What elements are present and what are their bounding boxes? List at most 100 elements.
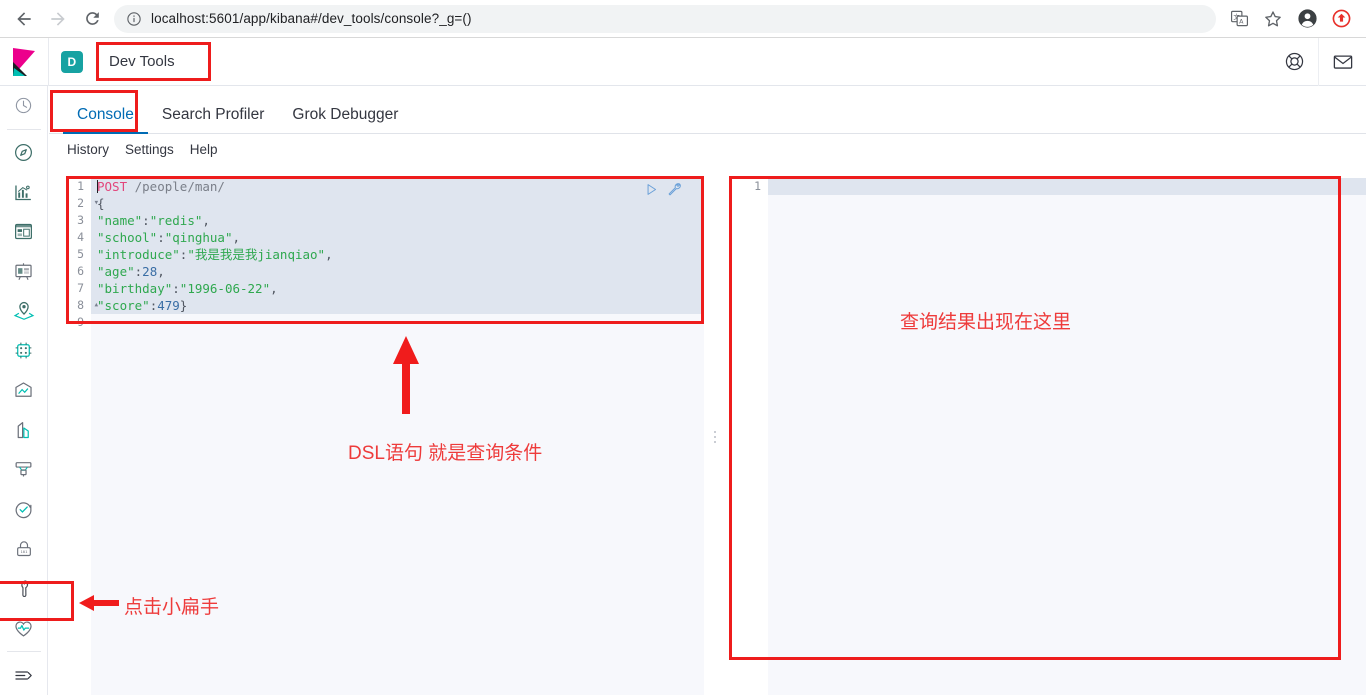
code-line: "introduce":"我是我是我jianqiao", xyxy=(97,247,333,262)
annotation-results-here: 查询结果出现在这里 xyxy=(900,312,1072,333)
browser-toolbar: localhost:5601/app/kibana#/dev_tools/con… xyxy=(0,0,1366,38)
siem-lock-icon: 101 xyxy=(16,541,31,557)
line-number: 4 xyxy=(77,230,84,244)
arrow-right-icon xyxy=(51,11,65,26)
line-number: 5 xyxy=(77,247,84,261)
console-submenu: History Settings Help xyxy=(49,134,1366,164)
translate-icon[interactable]: 文 A xyxy=(1224,4,1254,34)
sidebar-item-canvas[interactable] xyxy=(0,252,48,292)
editor-splitter[interactable] xyxy=(704,178,726,695)
request-gutter: 1 2 ▾ 3 4 5 6 7 8 ▴ 9 xyxy=(49,178,99,695)
browser-actions: 文 A xyxy=(1224,4,1366,34)
recently-viewed-icon xyxy=(15,98,32,114)
sidebar-item-apm[interactable] xyxy=(0,450,48,490)
arrow-left-icon xyxy=(17,11,31,26)
sidebar-nav: 101 xyxy=(0,86,48,695)
mail-envelope-icon[interactable] xyxy=(1318,37,1366,86)
response-editor[interactable]: 1 xyxy=(726,178,1366,695)
sidebar-item-visualize[interactable] xyxy=(0,172,48,212)
response-code[interactable] xyxy=(768,178,1366,695)
code-line: "school":"qinghua", xyxy=(97,230,241,245)
profile-avatar-icon[interactable] xyxy=(1292,4,1322,34)
logs-icon xyxy=(17,421,29,438)
kibana-header: D Dev Tools xyxy=(0,37,1366,86)
help-lifebuoy-icon[interactable] xyxy=(1270,38,1318,86)
bookmark-star-icon[interactable] xyxy=(1258,4,1288,34)
extension-icon[interactable] xyxy=(1326,4,1356,34)
sidebar-item-discover[interactable] xyxy=(0,133,48,173)
line-number: 7 xyxy=(77,281,84,295)
sidebar-item-maps[interactable] xyxy=(0,291,48,331)
reload-icon xyxy=(85,12,99,25)
line-number: 1 xyxy=(77,179,84,193)
reload-button[interactable] xyxy=(76,3,108,35)
discover-compass-icon xyxy=(15,143,32,161)
sidebar-item-siem[interactable]: 101 xyxy=(0,529,48,569)
maps-icon xyxy=(13,302,34,321)
browser-nav-buttons xyxy=(0,3,108,35)
annotation-arrow-up xyxy=(393,336,419,414)
nav-divider xyxy=(6,128,41,130)
code-line: "score":479} xyxy=(97,298,188,313)
annotation-click-wrench: 点击小扁手 xyxy=(124,597,220,618)
collapse-nav-icon xyxy=(15,671,32,680)
space-badge-wrap[interactable]: D xyxy=(49,50,95,73)
line-number: 6 xyxy=(77,264,84,278)
sidebar-item-collapse[interactable] xyxy=(0,655,48,695)
wrench-settings-icon[interactable] xyxy=(666,181,682,202)
response-gutter: 1 xyxy=(726,178,768,695)
url-text: localhost:5601/app/kibana#/dev_tools/con… xyxy=(151,11,472,26)
sidebar-item-recently-viewed[interactable] xyxy=(0,86,48,126)
dev-tools-wrench-icon xyxy=(21,580,29,598)
tab-grok-debugger[interactable]: Grok Debugger xyxy=(278,106,412,134)
uptime-icon xyxy=(15,502,32,519)
sidebar-item-dashboard[interactable] xyxy=(0,212,48,252)
splitter-grip-icon xyxy=(714,430,716,443)
kibana-logo[interactable] xyxy=(0,47,48,76)
code-line: POST /people/man/ xyxy=(97,179,225,194)
annotation-arrow-left xyxy=(79,595,119,611)
tab-search-profiler[interactable]: Search Profiler xyxy=(148,106,279,134)
submenu-settings[interactable]: Settings xyxy=(125,142,174,157)
line-number: 3 xyxy=(77,213,84,227)
annotation-dsl-query: DSL语句 就是查询条件 xyxy=(348,443,543,464)
address-bar[interactable]: localhost:5601/app/kibana#/dev_tools/con… xyxy=(114,4,1216,33)
tab-console[interactable]: Console xyxy=(63,106,148,134)
main-content: Console Search Profiler Grok Debugger Hi… xyxy=(49,86,1366,695)
code-line: "name":"redis", xyxy=(97,213,210,228)
sidebar-item-logs[interactable] xyxy=(0,410,48,450)
nav-divider-bottom xyxy=(6,651,41,653)
svg-text:101: 101 xyxy=(20,549,28,554)
apm-icon xyxy=(15,462,32,477)
line-number: 9 xyxy=(77,315,84,329)
line-number: 2 ▾ xyxy=(77,196,99,210)
breadcrumb-dev-tools[interactable]: Dev Tools xyxy=(95,48,189,76)
canvas-icon xyxy=(15,263,32,280)
machine-learning-icon xyxy=(15,342,32,359)
console-editors: 1 2 ▾ 3 4 5 6 7 8 ▴ 9 POST /people/man/ { … xyxy=(49,178,1366,695)
play-send-request-icon[interactable] xyxy=(644,182,659,202)
infrastructure-icon xyxy=(15,382,32,397)
forward-button[interactable] xyxy=(42,3,74,35)
back-button[interactable] xyxy=(8,3,40,35)
sidebar-item-dev-tools[interactable] xyxy=(0,569,48,609)
sidebar-item-monitoring[interactable] xyxy=(0,609,48,649)
kibana-header-right xyxy=(1270,37,1366,86)
page-info-icon[interactable] xyxy=(126,11,142,27)
line-number: 1 xyxy=(754,179,761,193)
submenu-help[interactable]: Help xyxy=(190,142,218,157)
dashboard-icon xyxy=(15,224,32,240)
request-actions xyxy=(644,181,682,202)
space-badge: D xyxy=(61,50,83,73)
sidebar-item-uptime[interactable] xyxy=(0,490,48,530)
monitoring-heart-icon xyxy=(15,621,32,637)
sidebar-item-infrastructure[interactable] xyxy=(0,371,48,411)
sidebar-item-machine-learning[interactable] xyxy=(0,331,48,371)
code-line: "age":28, xyxy=(97,264,165,279)
code-line: "birthday":"1996-06-22", xyxy=(97,281,278,296)
dev-tools-tabs: Console Search Profiler Grok Debugger xyxy=(49,86,1366,134)
submenu-history[interactable]: History xyxy=(67,142,109,157)
line-number: 8 ▴ xyxy=(77,298,99,312)
